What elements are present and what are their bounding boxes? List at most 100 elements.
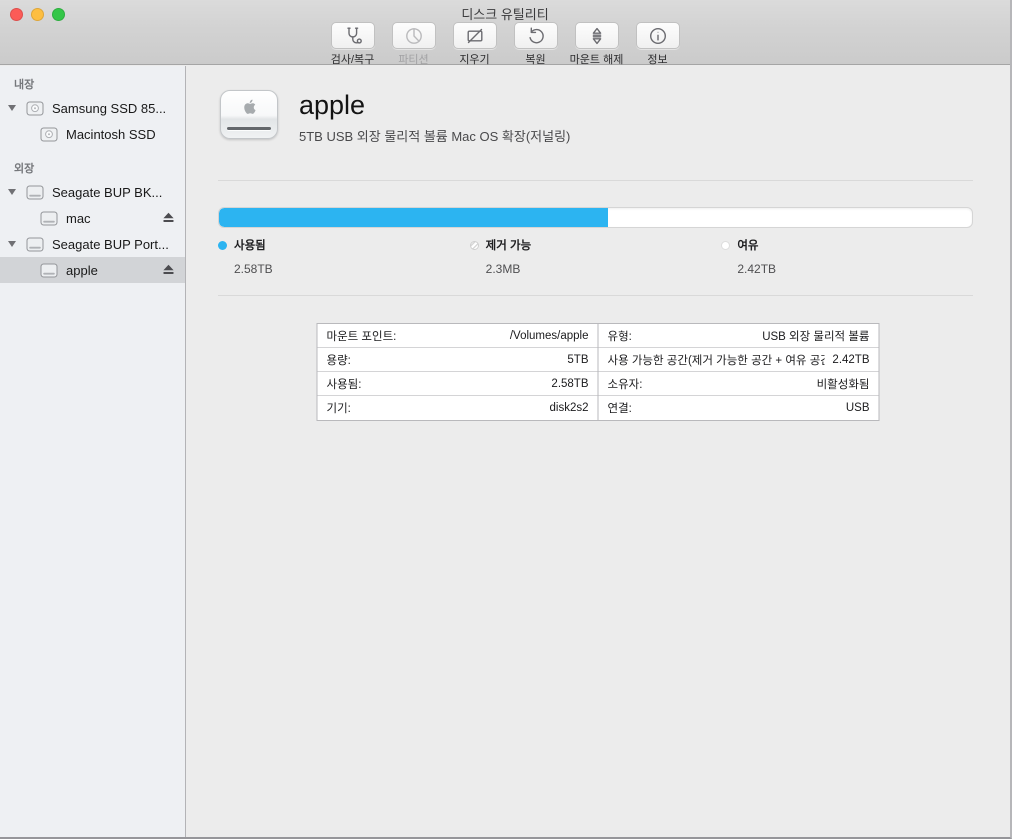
sidebar-item-label: mac	[66, 211, 91, 226]
device-header: apple 5TB USB 외장 물리적 볼륨 Mac OS 확장(저널링)	[220, 90, 570, 145]
eject-icon	[162, 264, 175, 275]
sidebar-item-apple[interactable]: apple	[0, 257, 185, 283]
external-disk-icon	[40, 263, 58, 278]
sidebar-item-seagate-bup-port[interactable]: Seagate BUP Port...	[0, 231, 185, 257]
erase-icon	[464, 25, 486, 47]
toolbar-item-erase: 지우기	[451, 22, 499, 67]
external-disk-icon	[26, 237, 44, 252]
sidebar-list: 내장 Samsung SSD 85... Macintosh SSD 외장 Sea…	[0, 76, 185, 283]
details-column-left: 마운트 포인트: /Volumes/apple 용량: 5TB 사용됨: 2.58TB 기기…	[318, 324, 598, 420]
partition-icon	[403, 25, 425, 47]
detail-row: 사용됨: 2.58TB	[318, 372, 598, 396]
detail-value: USB 외장 물리적 볼륨	[762, 328, 869, 344]
separator-bottom	[218, 295, 973, 296]
sidebar-item-label: Samsung SSD 85...	[52, 101, 166, 116]
legend-swatch-purgeable	[470, 241, 479, 250]
legend-label-row: 사용됨	[218, 237, 470, 253]
detail-label: 연결:	[608, 400, 632, 416]
sidebar-section-internal: 내장	[14, 76, 185, 92]
detail-label: 마운트 포인트:	[327, 328, 397, 344]
main-pane: apple 5TB USB 외장 물리적 볼륨 Mac OS 확장(저널링) 사…	[186, 66, 1010, 837]
external-disk-icon	[40, 211, 58, 226]
toolbar-item-unmount: 마운트 해제	[573, 22, 621, 67]
detail-value: USB	[846, 402, 870, 414]
sidebar-item-samsung-ssd-85[interactable]: Samsung SSD 85...	[0, 95, 185, 121]
sidebar-item-macintosh-ssd[interactable]: Macintosh SSD	[0, 121, 185, 147]
device-slot	[227, 127, 271, 130]
details-column-right: 유형: USB 외장 물리적 볼륨사용 가능한 공간(제거 가능한 공간 + 여유…	[598, 324, 879, 420]
detail-row: 소유자: 비활성화됨	[599, 372, 879, 396]
detail-label: 사용됨:	[327, 376, 362, 392]
legend-label-row: 여유	[721, 237, 973, 253]
toolbar-button-info[interactable]	[636, 22, 680, 49]
title-bar: 디스크 유틸리티 검사/복구 파티션 지우기 복원 마운트 해제 정보	[0, 0, 1010, 65]
eject-button[interactable]	[162, 212, 175, 223]
disk-utility-window: 디스크 유틸리티 검사/복구 파티션 지우기 복원 마운트 해제 정보 내장 S…	[0, 0, 1012, 839]
info-icon	[647, 25, 669, 47]
toolbar-item-partition: 파티션	[390, 22, 438, 67]
legend-value: 2.3MB	[486, 262, 722, 276]
window-title: 디스크 유틸리티	[0, 4, 1010, 23]
usage-legend: 사용됨 2.58TB 제거 가능 2.3MB여유2.42TB	[218, 237, 973, 276]
toolbar-label-first-aid: 검사/복구	[331, 51, 375, 67]
toolbar-button-first-aid[interactable]	[331, 22, 375, 49]
detail-row: 유형: USB 외장 물리적 볼륨	[599, 324, 879, 348]
detail-row: 사용 가능한 공간(제거 가능한 공간 + 여유 공간):2.42TB	[599, 348, 879, 372]
external-disk-icon	[26, 185, 44, 200]
unmount-icon	[586, 25, 608, 47]
restore-icon	[525, 25, 547, 47]
legend-swatch-free	[721, 241, 730, 250]
legend-label: 사용됨	[234, 237, 266, 253]
sidebar-item-label: Macintosh SSD	[66, 127, 156, 142]
sidebar-item-label: Seagate BUP Port...	[52, 237, 169, 252]
legend-label: 제거 가능	[486, 237, 532, 253]
usage-bar-fill	[219, 208, 608, 227]
sidebar-item-label: apple	[66, 263, 98, 278]
detail-row: 연결: USB	[599, 396, 879, 420]
legend-item-free: 여유2.42TB	[721, 237, 973, 276]
detail-value: 2.58TB	[551, 378, 588, 390]
sidebar-item-mac[interactable]: mac	[0, 205, 185, 231]
legend-item-used: 사용됨 2.58TB	[218, 237, 470, 276]
sidebar: 내장 Samsung SSD 85... Macintosh SSD 외장 Sea…	[0, 66, 186, 837]
detail-row: 마운트 포인트: /Volumes/apple	[318, 324, 598, 348]
detail-label: 기기:	[327, 400, 351, 416]
internal-disk-icon	[26, 101, 44, 116]
toolbar-item-restore: 복원	[512, 22, 560, 67]
detail-value: disk2s2	[550, 402, 589, 414]
sidebar-section-external: 외장	[14, 160, 185, 176]
usage-bar	[218, 207, 973, 228]
first-aid-icon	[342, 25, 364, 47]
legend-value: 2.58TB	[234, 262, 470, 276]
sidebar-item-seagate-bup-bk[interactable]: Seagate BUP BK...	[0, 179, 185, 205]
toolbar-item-info: 정보	[634, 22, 682, 67]
detail-value: /Volumes/apple	[510, 330, 589, 342]
toolbar-button-erase[interactable]	[453, 22, 497, 49]
detail-label: 사용 가능한 공간(제거 가능한 공간 + 여유 공간):	[608, 352, 825, 368]
toolbar-label-info: 정보	[647, 51, 667, 67]
detail-value: 비활성화됨	[817, 376, 870, 392]
eject-button[interactable]	[162, 264, 175, 275]
detail-value: 5TB	[567, 354, 588, 366]
volume-title: apple	[299, 90, 570, 121]
toolbar: 검사/복구 파티션 지우기 복원 마운트 해제 정보	[0, 22, 1010, 67]
toolbar-label-unmount: 마운트 해제	[570, 51, 624, 67]
volume-subtitle: 5TB USB 외장 물리적 볼륨 Mac OS 확장(저널링)	[299, 126, 570, 145]
detail-label: 소유자:	[608, 376, 643, 392]
disclosure-triangle[interactable]	[8, 105, 16, 111]
separator-top	[218, 180, 973, 181]
device-text: apple 5TB USB 외장 물리적 볼륨 Mac OS 확장(저널링)	[299, 90, 570, 145]
legend-item-purgeable: 제거 가능 2.3MB	[470, 237, 722, 276]
legend-swatch-used	[218, 241, 227, 250]
disclosure-triangle[interactable]	[8, 241, 16, 247]
mac-device-icon	[220, 90, 278, 139]
detail-row: 기기: disk2s2	[318, 396, 598, 420]
disclosure-triangle[interactable]	[8, 189, 16, 195]
toolbar-item-first-aid: 검사/복구	[329, 22, 377, 67]
toolbar-button-unmount[interactable]	[575, 22, 619, 49]
toolbar-button-restore[interactable]	[514, 22, 558, 49]
detail-row: 용량: 5TB	[318, 348, 598, 372]
detail-label: 용량:	[327, 352, 351, 368]
internal-disk-icon	[40, 127, 58, 142]
detail-label: 유형:	[608, 328, 632, 344]
